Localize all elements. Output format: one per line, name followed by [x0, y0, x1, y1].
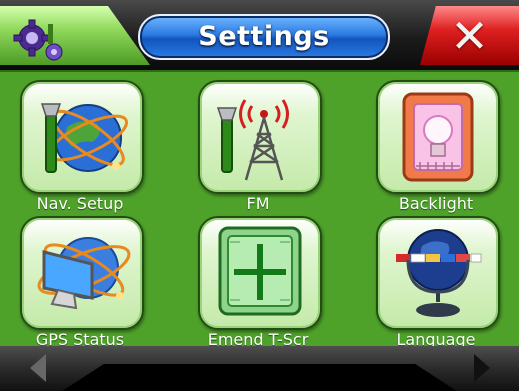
tile-icon-box[interactable]	[20, 216, 144, 330]
tile-icon-box[interactable]	[376, 80, 500, 194]
footer-bar	[0, 346, 519, 391]
tile-label: Nav. Setup	[36, 194, 124, 213]
header-bar: Settings ✕	[0, 0, 519, 70]
footer-center-notch	[100, 364, 420, 391]
backlight-bulb-icon	[402, 92, 474, 182]
page-title: Settings	[138, 14, 390, 60]
close-icon: ✕	[450, 8, 489, 63]
navigation-setup-icon	[40, 103, 129, 173]
tile-emend-touchscreen[interactable]: Emend T-Scr	[178, 216, 338, 354]
tile-gps-status[interactable]: GPS Status	[0, 216, 160, 354]
tile-backlight[interactable]: Backlight	[356, 80, 516, 218]
arrow-left-icon[interactable]	[30, 354, 46, 382]
settings-screen: Settings ✕ Nav. Setup FM Backlight GPS S…	[0, 0, 519, 391]
tile-label: FM	[246, 194, 270, 213]
gps-status-icon	[37, 237, 131, 310]
tile-fm[interactable]: FM	[178, 80, 338, 218]
tile-icon-box[interactable]	[198, 80, 322, 194]
touchscreen-calibrate-icon	[218, 226, 302, 316]
fm-transmitter-icon	[216, 99, 289, 181]
tile-icon-box[interactable]	[198, 216, 322, 330]
tile-label: Backlight	[398, 194, 474, 213]
arrow-right-icon[interactable]	[474, 354, 490, 382]
settings-grid: Nav. Setup FM Backlight GPS Status Emend…	[0, 70, 519, 349]
close-button[interactable]: ✕	[420, 6, 519, 65]
language-globe-icon	[396, 229, 482, 317]
tile-language[interactable]: Language	[356, 216, 516, 354]
tile-nav-setup[interactable]: Nav. Setup	[0, 80, 160, 218]
tile-icon-box[interactable]	[20, 80, 144, 194]
tile-icon-box[interactable]	[376, 216, 500, 330]
settings-gears-icon	[13, 19, 63, 61]
settings-home-button[interactable]	[0, 6, 150, 65]
